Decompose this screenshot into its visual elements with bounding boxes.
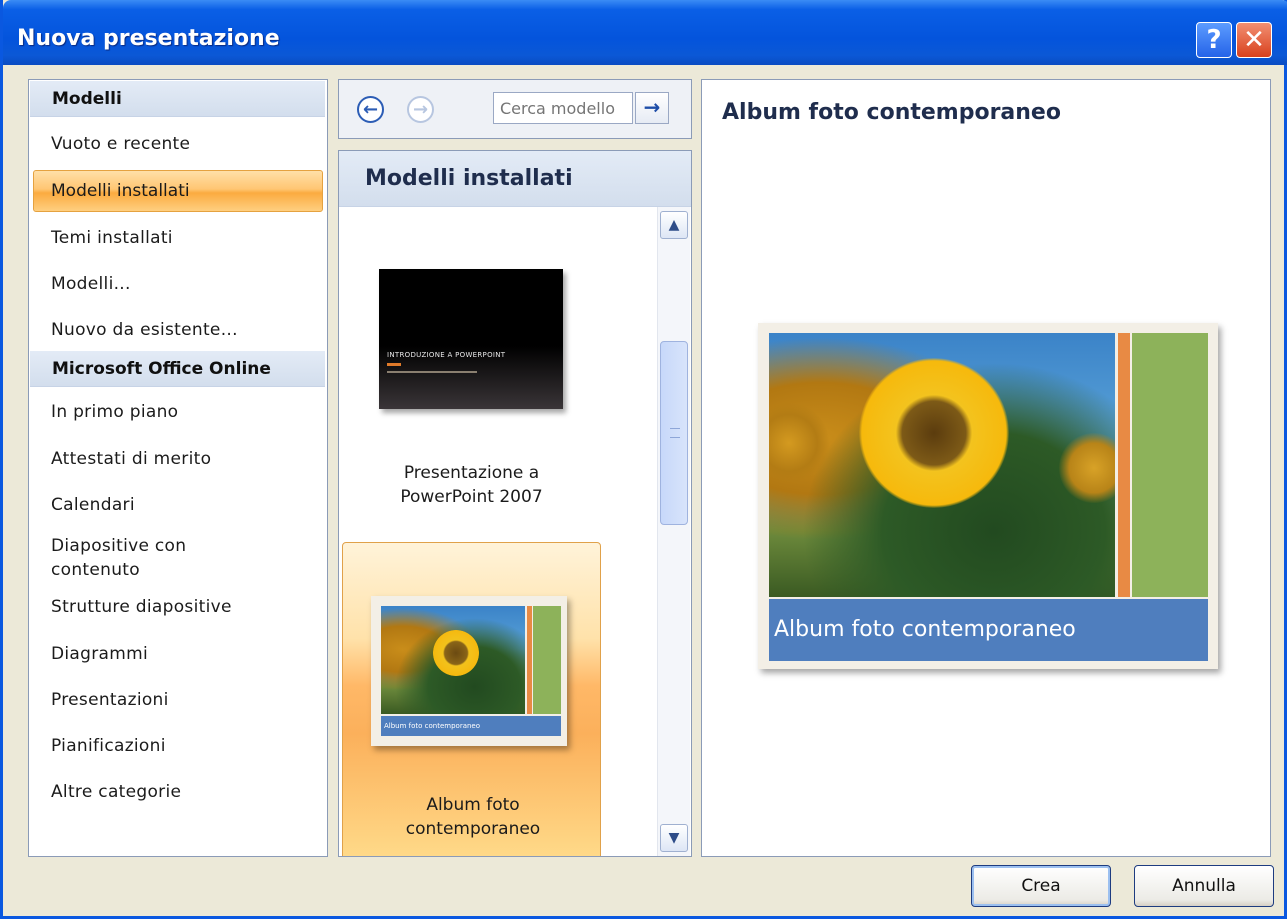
nav-new-from-existing[interactable]: Nuovo da esistente...	[51, 320, 238, 340]
cancel-button[interactable]: Annulla	[1134, 865, 1274, 907]
template-thumbnail-album: Album foto contemporaneo	[371, 596, 567, 746]
orange-accent	[527, 606, 532, 714]
scroll-thumb[interactable]	[660, 341, 688, 525]
preview-slide: Album foto contemporaneo	[758, 323, 1218, 669]
template-thumbnail-powerpoint[interactable]: INTRODUZIONE A POWERPOINT	[379, 269, 563, 409]
scroll-up-button[interactable]: ▲	[660, 211, 688, 239]
template-label-album: Album foto contemporaneo	[405, 795, 541, 839]
sunflower-icon	[433, 630, 479, 676]
office-online-header: Microsoft Office Online	[30, 351, 325, 387]
grip-icon	[670, 428, 680, 438]
chevron-down-icon: ▼	[668, 830, 680, 846]
back-button[interactable]: ←	[357, 96, 384, 123]
nav-diagrams[interactable]: Diagrammi	[51, 644, 148, 664]
thumbnail-subtitle-line	[387, 371, 477, 373]
orange-accent	[1118, 333, 1130, 597]
title-bar: Nuova presentazione ? ✕	[3, 0, 1287, 65]
sunflower-icon	[859, 358, 1009, 508]
sunflower-photo-large	[769, 333, 1115, 597]
template-label-powerpoint[interactable]: Presentazione a PowerPoint 2007	[369, 461, 574, 509]
dialog-title: Nuova presentazione	[17, 26, 280, 51]
nav-installed-themes[interactable]: Temi installati	[51, 228, 173, 248]
search-go-button[interactable]: →	[635, 92, 669, 124]
nav-presentations[interactable]: Presentazioni	[51, 690, 169, 710]
nav-installed-templates[interactable]: Modelli installati	[33, 170, 323, 212]
gallery-header: Modelli installati	[339, 151, 691, 207]
create-button[interactable]: Crea	[971, 865, 1111, 907]
chevron-up-icon: ▲	[668, 217, 680, 233]
forward-button[interactable]: →	[407, 96, 434, 123]
arrow-right-icon: →	[412, 99, 429, 120]
sunflower-photo	[381, 606, 525, 714]
nav-blank-recent[interactable]: Vuoto e recente	[51, 134, 190, 154]
nav-awards[interactable]: Attestati di merito	[51, 449, 211, 469]
thumbnail-caption: Album foto contemporaneo	[381, 716, 561, 736]
close-button[interactable]: ✕	[1236, 22, 1272, 58]
template-item-album-selected[interactable]: Album foto contemporaneo Album foto cont…	[342, 542, 601, 856]
templates-header: Modelli	[30, 81, 325, 117]
arrow-right-icon: →	[643, 95, 661, 119]
nav-content-slides[interactable]: Diapositive con contenuto	[51, 534, 251, 582]
preview-panel: Album foto contemporaneo Album foto cont…	[701, 79, 1271, 857]
category-panel: Modelli Vuoto e recente Modelli installa…	[28, 79, 328, 857]
slide-caption: Album foto contemporaneo	[769, 599, 1208, 661]
new-presentation-dialog: Nuova presentazione ? ✕ Modelli Vuoto e …	[0, 0, 1287, 919]
help-button[interactable]: ?	[1196, 22, 1232, 58]
arrow-left-icon: ←	[362, 99, 379, 120]
nav-schedules[interactable]: Pianificazioni	[51, 736, 166, 756]
template-gallery: Modelli installati INTRODUZIONE A POWERP…	[338, 150, 692, 857]
scroll-down-button[interactable]: ▼	[660, 824, 688, 852]
nav-calendars[interactable]: Calendari	[51, 495, 135, 515]
green-accent	[1132, 333, 1208, 597]
preview-title: Album foto contemporaneo	[722, 100, 1061, 125]
search-input[interactable]	[493, 92, 633, 124]
thumbnail-accent-bar	[387, 363, 401, 366]
nav-featured[interactable]: In primo piano	[51, 402, 178, 422]
background-sunflower-icon	[769, 403, 829, 483]
gallery-scrollbar[interactable]: ▲ ▼	[657, 207, 690, 856]
background-sunflower-icon	[1059, 433, 1115, 503]
nav-my-templates[interactable]: Modelli...	[51, 274, 131, 294]
nav-more-categories[interactable]: Altre categorie	[51, 782, 181, 802]
green-accent	[533, 606, 561, 714]
search-bar: ← → →	[338, 79, 692, 139]
nav-design-slides[interactable]: Strutture diapositive	[51, 597, 232, 617]
thumbnail-title-text: INTRODUZIONE A POWERPOINT	[387, 351, 506, 359]
